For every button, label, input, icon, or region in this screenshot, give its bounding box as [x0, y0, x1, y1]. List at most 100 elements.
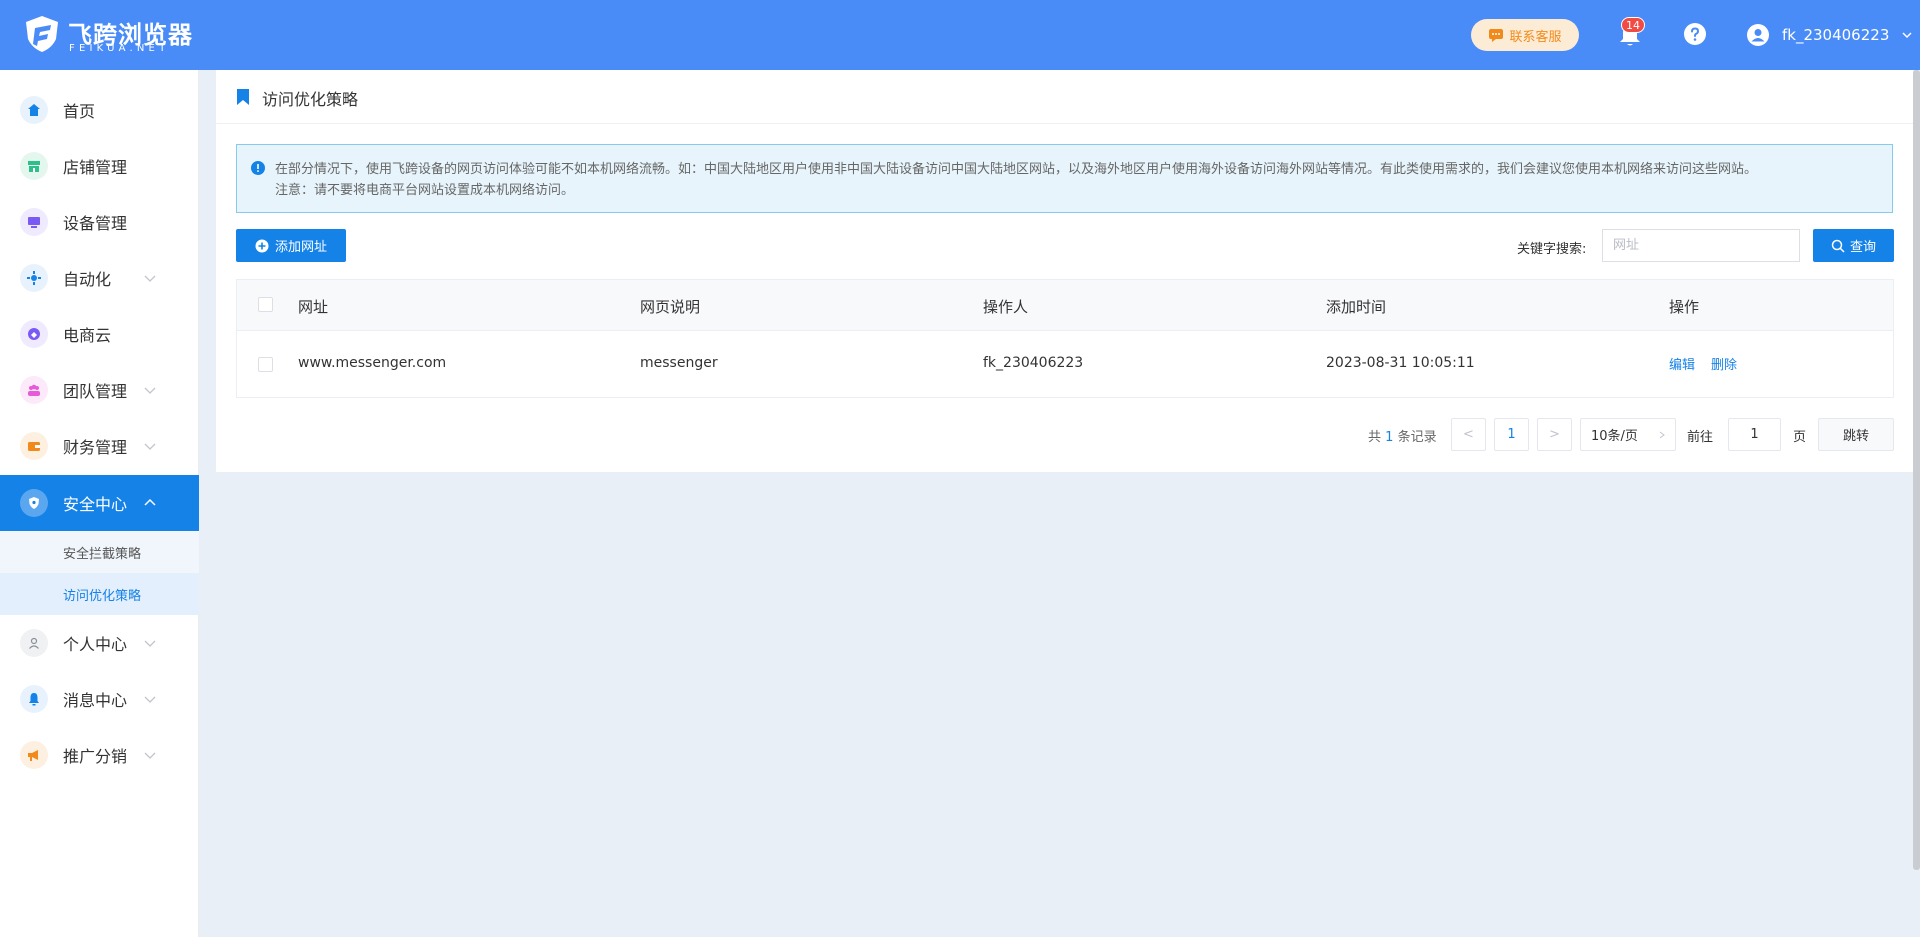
- chat-icon: [1489, 29, 1504, 42]
- goto-page-input[interactable]: 1: [1728, 418, 1781, 451]
- cell-description: messenger: [640, 355, 718, 371]
- sidebar-item-store[interactable]: 店铺管理: [0, 138, 199, 194]
- add-url-label: 添加网址: [274, 240, 327, 255]
- person-icon: [20, 629, 48, 657]
- chevron-down-icon: [144, 275, 156, 282]
- sidebar-item-label: 个人中心: [63, 635, 128, 654]
- sidebar-item-label: 团队管理: [63, 382, 128, 401]
- chevron-down-icon: [144, 387, 156, 394]
- goto-label: 前往: [1687, 430, 1714, 445]
- sidebar-item-ecommerce-cloud[interactable]: 电商云: [0, 306, 199, 362]
- chevron-down-icon: [144, 752, 156, 759]
- username-label: fk_230406223: [1782, 26, 1890, 44]
- notice-warning-text: 注意：请不要将电商平台网站设置成本机网络访问。: [275, 183, 575, 198]
- sidebar-item-label: 设备管理: [63, 214, 128, 233]
- page-size-select[interactable]: 10条/页: [1580, 418, 1676, 451]
- sidebar-item-team[interactable]: 团队管理: [0, 362, 199, 418]
- page-number-button[interactable]: 1: [1494, 418, 1529, 451]
- notice-alert: 在部分情况下，使用飞跨设备的网页访问体验可能不如本机网络流畅。如：中国大陆地区用…: [236, 144, 1893, 213]
- search-icon: [1831, 239, 1845, 253]
- sidebar-item-security[interactable]: 安全中心: [0, 475, 199, 531]
- sidebar-item-finance[interactable]: 财务管理: [0, 418, 199, 474]
- chevron-down-icon: [1902, 32, 1912, 39]
- column-header-operator: 操作人: [983, 298, 1029, 316]
- notice-text: 在部分情况下，使用飞跨设备的网页访问体验可能不如本机网络流畅。如：中国大陆地区用…: [275, 162, 1758, 177]
- wallet-icon: [20, 432, 48, 460]
- delete-link[interactable]: 删除: [1711, 354, 1737, 373]
- device-icon: [20, 208, 48, 236]
- add-url-button[interactable]: 添加网址: [236, 229, 346, 262]
- megaphone-icon: [20, 741, 48, 769]
- sidebar-item-label: 首页: [63, 102, 96, 121]
- page-title: 访问优化策略: [262, 90, 359, 109]
- sidebar-item-messages[interactable]: 消息中心: [0, 671, 199, 727]
- column-header-time: 添加时间: [1326, 298, 1387, 316]
- brand-subtitle: FEIKUA.NET: [69, 43, 170, 54]
- cell-operator: fk_230406223: [983, 355, 1084, 371]
- jump-button[interactable]: 跳转: [1818, 418, 1894, 451]
- cell-url: www.messenger.com: [298, 355, 447, 371]
- table-row: www.messenger.com messenger fk_230406223…: [237, 331, 1893, 397]
- pagination-total: 共 1 条记录: [1368, 430, 1437, 445]
- chevron-down-icon: [144, 640, 156, 647]
- cloud-icon: [20, 320, 48, 348]
- query-button[interactable]: 查询: [1813, 229, 1894, 262]
- user-menu[interactable]: fk_230406223: [1746, 20, 1913, 50]
- sidebar-item-promotion[interactable]: 推广分销: [0, 727, 199, 783]
- brand-logo[interactable]: 飞跨浏览器 FEIKUA.NET: [24, 15, 204, 55]
- shield-logo-icon: [26, 16, 58, 52]
- keyword-search-input[interactable]: [1602, 229, 1800, 262]
- edit-link[interactable]: 编辑: [1669, 354, 1695, 373]
- query-label: 查询: [1849, 240, 1876, 255]
- url-table: 网址 网页说明 操作人 添加时间 操作 www.messenger.com me…: [236, 279, 1894, 398]
- table-header: 网址 网页说明 操作人 添加时间 操作: [237, 280, 1893, 331]
- chevron-up-icon: [144, 498, 156, 506]
- sidebar-item-label: 电商云: [63, 326, 112, 345]
- sidebar-subitem-security-intercept[interactable]: 安全拦截策略: [0, 531, 199, 573]
- sidebar-subitem-label: 访问优化策略: [63, 588, 142, 604]
- sidebar-item-device[interactable]: 设备管理: [0, 194, 199, 250]
- keyword-search-label: 关键字搜索:: [1517, 242, 1587, 257]
- sidebar-item-automation[interactable]: 自动化: [0, 250, 199, 306]
- notification-count-badge: 14: [1621, 17, 1645, 33]
- cell-time: 2023-08-31 10:05:11: [1326, 355, 1475, 371]
- page-size-value: 10条/页: [1591, 429, 1638, 444]
- row-checkbox[interactable]: [258, 357, 273, 372]
- page-header: 访问优化策略: [216, 70, 1913, 124]
- team-icon: [20, 376, 48, 404]
- bookmark-icon: [237, 89, 249, 105]
- sidebar-item-label: 消息中心: [63, 691, 128, 710]
- sidebar-subitem-label: 安全拦截策略: [63, 546, 142, 562]
- sidebar-item-label: 财务管理: [63, 438, 128, 457]
- contact-service-button[interactable]: 联系客服: [1471, 19, 1579, 51]
- page-scrollbar[interactable]: [1913, 70, 1920, 870]
- chevron-right-icon: [1659, 431, 1665, 438]
- shield-icon: [20, 489, 48, 517]
- top-header: 飞跨浏览器 FEIKUA.NET 联系客服 14 fk_230406223: [0, 0, 1920, 70]
- user-avatar-icon: [1747, 24, 1769, 46]
- page-unit-label: 页: [1793, 430, 1807, 445]
- select-all-checkbox[interactable]: [258, 297, 273, 312]
- chevron-down-icon: [144, 443, 156, 450]
- sidebar-item-personal[interactable]: 个人中心: [0, 615, 199, 671]
- next-page-button[interactable]: >: [1537, 418, 1572, 451]
- bell-icon: [20, 685, 48, 713]
- sidebar-item-label: 店铺管理: [63, 158, 128, 177]
- sidebar-item-home[interactable]: 首页: [0, 82, 199, 138]
- sidebar-item-label: 安全中心: [63, 495, 128, 514]
- home-icon: [20, 96, 48, 124]
- contact-service-label: 联系客服: [1509, 29, 1562, 45]
- chevron-down-icon: [144, 696, 156, 703]
- sidebar-item-label: 自动化: [63, 270, 112, 289]
- column-header-actions: 操作: [1669, 298, 1700, 316]
- store-icon: [20, 152, 48, 180]
- sidebar-item-label: 推广分销: [63, 747, 128, 766]
- main-panel: 访问优化策略 在部分情况下，使用飞跨设备的网页访问体验可能不如本机网络流畅。如：…: [216, 70, 1913, 472]
- sidebar: 首页 店铺管理 设备管理 自动化 电商云 团队管理 财务管理 安全中心 安全拦截…: [0, 70, 199, 937]
- sidebar-subitem-access-optimization[interactable]: 访问优化策略: [0, 573, 199, 615]
- help-icon[interactable]: [1683, 22, 1707, 46]
- prev-page-button[interactable]: <: [1451, 418, 1486, 451]
- plus-circle-icon: [255, 239, 269, 252]
- info-icon: [251, 161, 265, 175]
- column-header-description: 网页说明: [640, 298, 701, 316]
